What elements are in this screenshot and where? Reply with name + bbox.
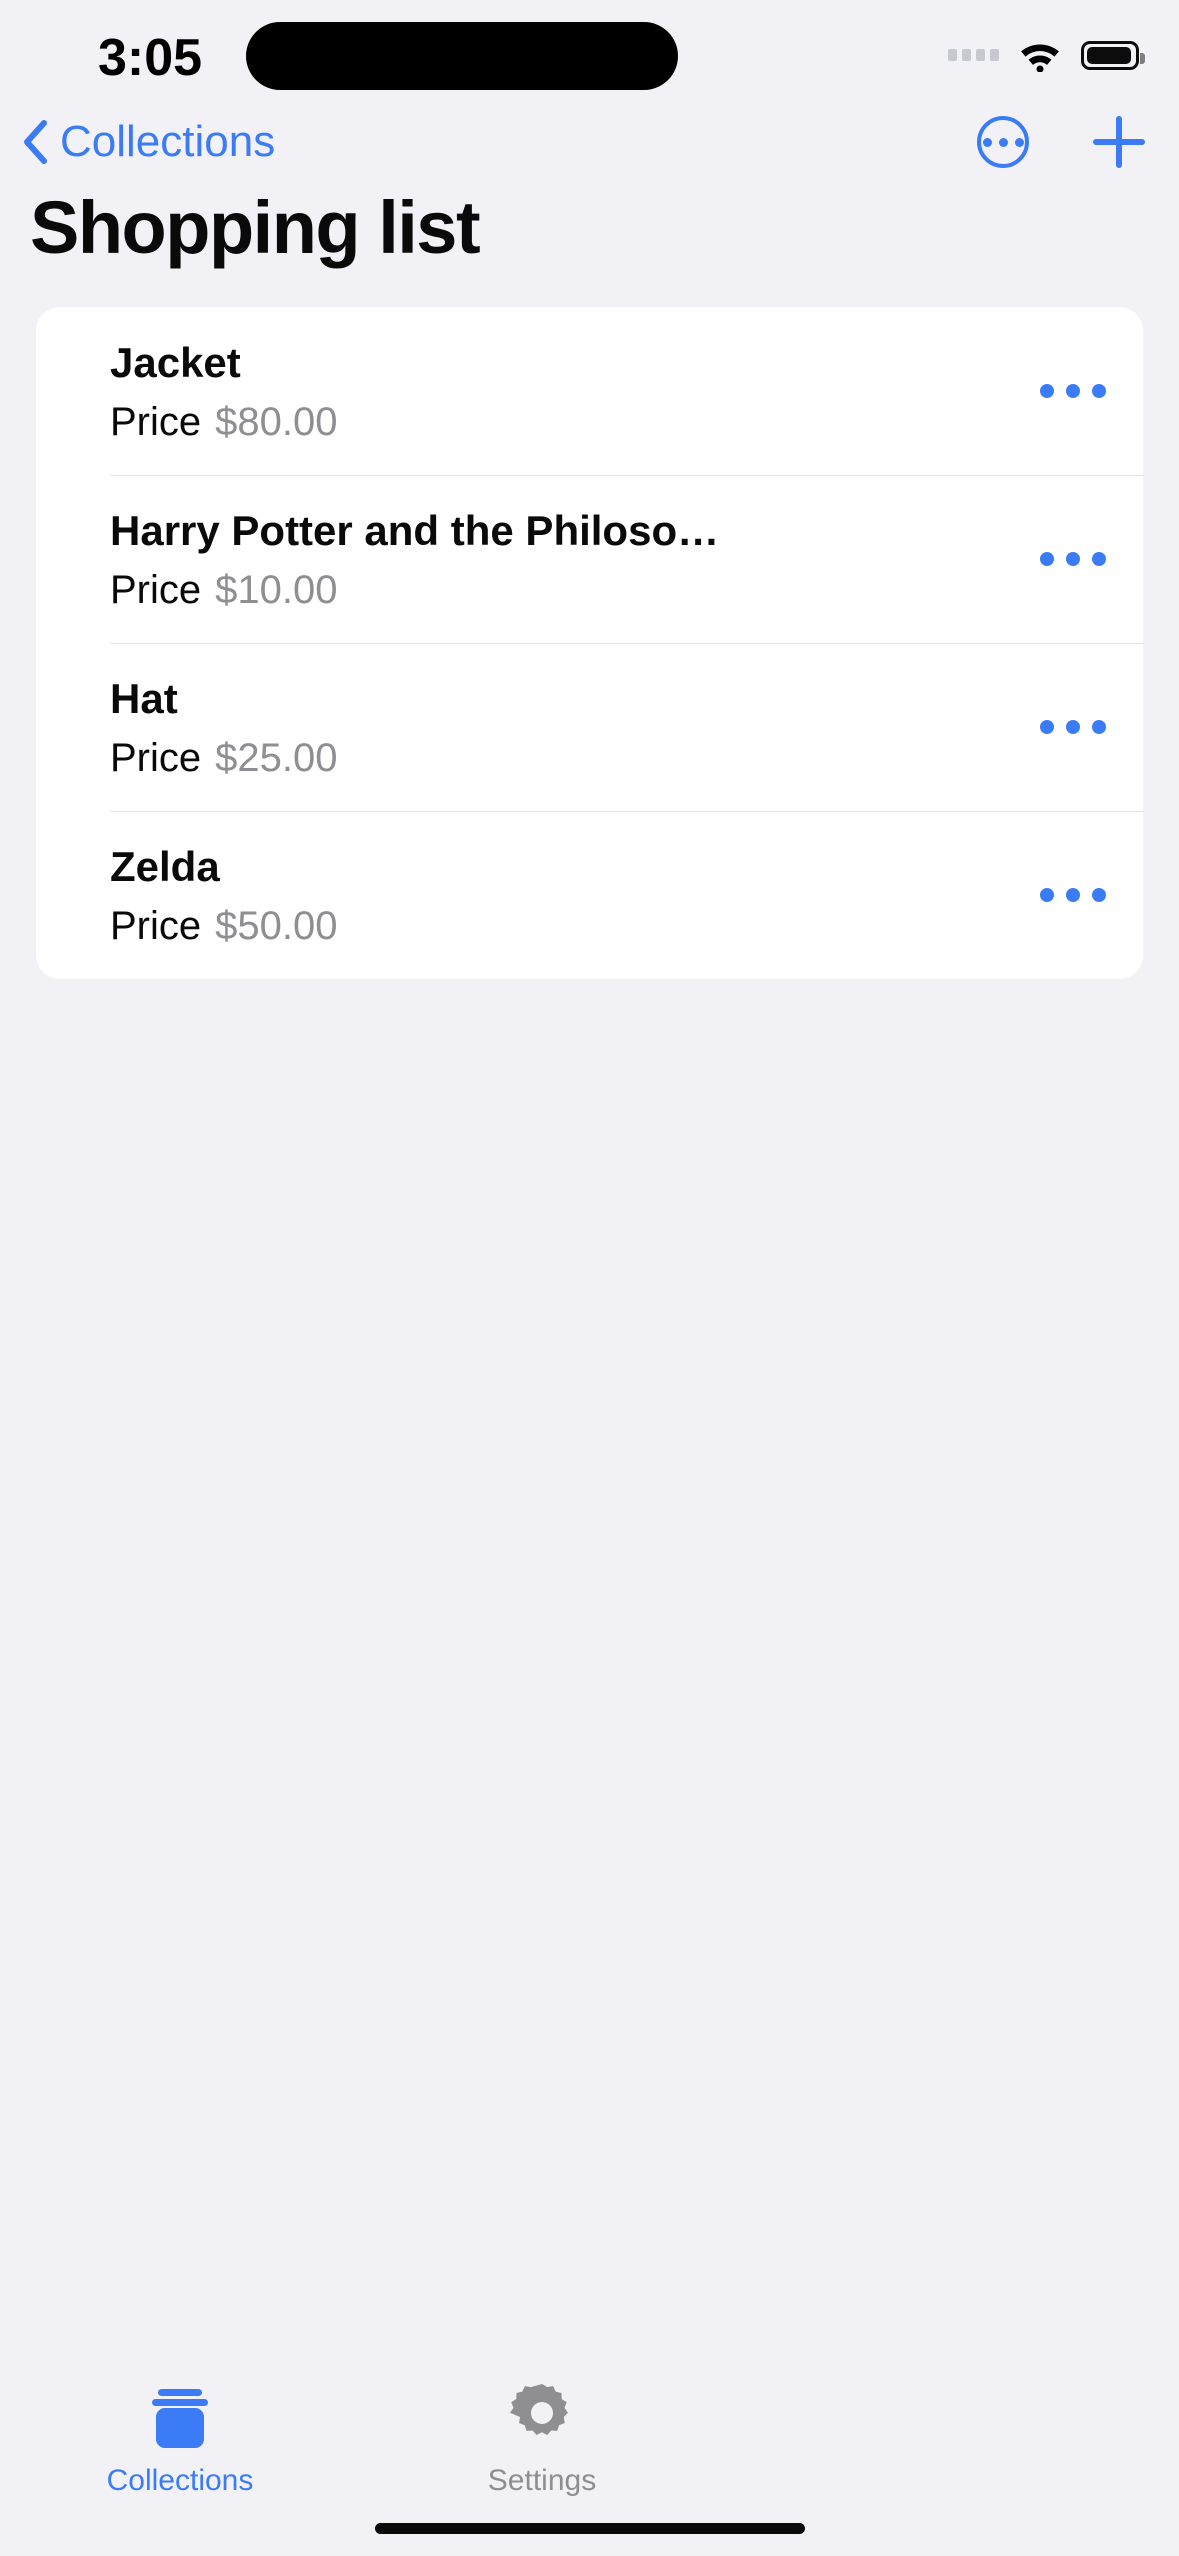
items-card: Jacket Price $80.00 Harry Potter and the … (36, 307, 1143, 980)
price-label: Price (110, 904, 202, 949)
row-content: Zelda Price $50.00 (110, 811, 1003, 979)
tab-collections-label: Collections (106, 2464, 254, 2497)
home-indicator (374, 2523, 805, 2534)
status-bar-indicators (948, 30, 1145, 80)
status-bar: 3:05 (0, 0, 1179, 120)
item-price-line: Price $80.00 (110, 398, 1003, 447)
gear-icon (507, 2382, 577, 2452)
item-name: Zelda (110, 843, 220, 891)
price-value: $10.00 (215, 568, 338, 613)
page-title: Shopping list (30, 186, 481, 269)
chevron-left-icon (22, 120, 48, 164)
tab-collections[interactable]: Collections (30, 2382, 330, 2496)
price-label: Price (110, 736, 202, 781)
row-menu-button[interactable] (1003, 552, 1143, 567)
row-content: Harry Potter and the Philosop... Price $1… (110, 475, 1003, 643)
wifi-icon (1017, 38, 1063, 72)
row-menu-button[interactable] (1003, 384, 1143, 399)
row-separator (110, 643, 1143, 645)
cellular-dots-icon (948, 49, 999, 61)
navigation-bar: Collections (0, 108, 1179, 176)
item-name: Harry Potter and the Philosop... (110, 507, 730, 555)
item-price-line: Price $50.00 (110, 902, 1003, 951)
battery-full-icon (1081, 40, 1145, 70)
back-button-label: Collections (60, 117, 276, 166)
item-name: Hat (110, 675, 178, 723)
row-separator (110, 811, 1143, 813)
table-row[interactable]: Hat Price $25.00 (36, 643, 1143, 811)
plus-icon[interactable] (1093, 116, 1145, 168)
nav-bar-actions (977, 108, 1145, 176)
price-value: $80.00 (215, 400, 338, 445)
tab-settings[interactable]: Settings (392, 2382, 692, 2496)
price-label: Price (110, 568, 202, 613)
table-row[interactable]: Harry Potter and the Philosop... Price $1… (36, 475, 1143, 643)
row-menu-button[interactable] (1003, 720, 1143, 735)
row-content: Jacket Price $80.00 (110, 307, 1003, 475)
item-name: Jacket (110, 339, 241, 386)
price-label: Price (110, 400, 202, 445)
item-price-line: Price $25.00 (110, 734, 1003, 783)
row-content: Hat Price $25.00 (110, 643, 1003, 811)
square-stack-icon (145, 2382, 215, 2452)
price-value: $50.00 (215, 904, 338, 949)
price-value: $25.00 (215, 736, 338, 781)
circle-ellipsis-icon[interactable] (977, 116, 1029, 168)
back-button[interactable]: Collections (22, 108, 275, 176)
row-separator (110, 475, 1143, 477)
table-row[interactable]: Zelda Price $50.00 (36, 811, 1143, 979)
phone-screen: 3:05 Collections Shopping list Jacket Pr… (0, 0, 1179, 2556)
item-price-line: Price $10.00 (110, 566, 1003, 615)
tab-settings-label: Settings (487, 2464, 597, 2497)
table-row[interactable]: Jacket Price $80.00 (36, 307, 1143, 475)
dynamic-island (246, 22, 678, 90)
row-menu-button[interactable] (1003, 888, 1143, 903)
